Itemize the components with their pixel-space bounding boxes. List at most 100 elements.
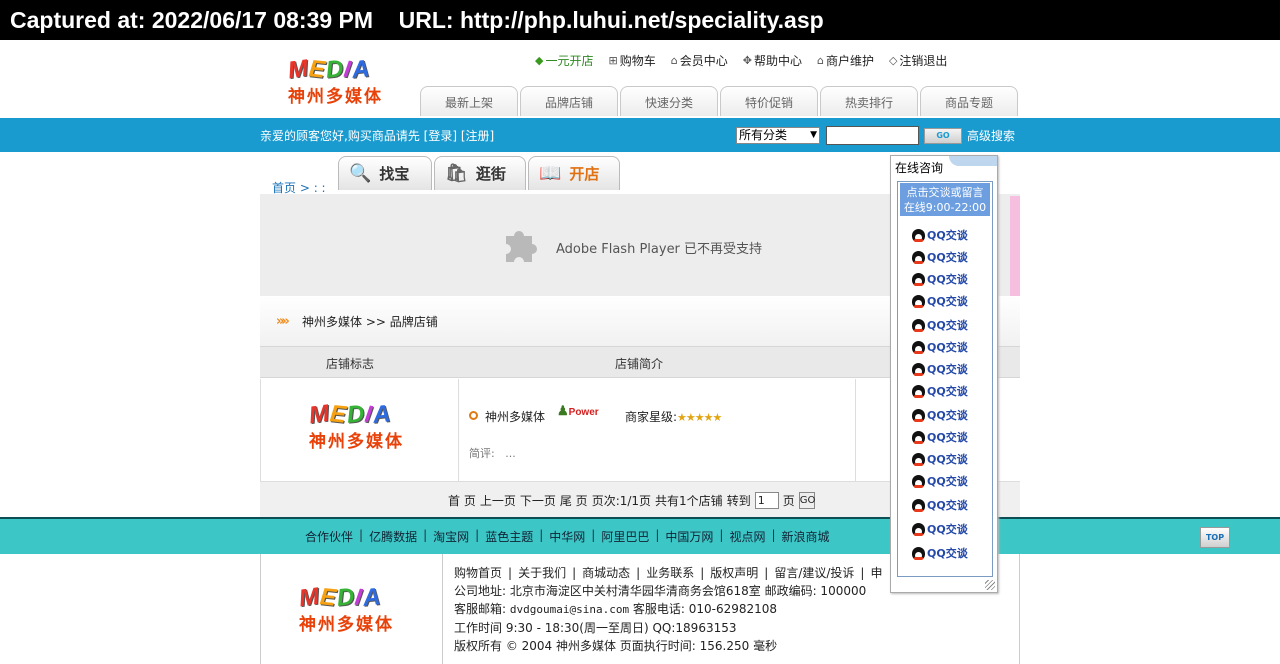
footer-link[interactable]: 购物首页	[454, 566, 502, 580]
page-number-input[interactable]: 1	[754, 492, 779, 509]
logo-letter: E	[318, 583, 338, 612]
toplink-label: 商户维护	[825, 54, 874, 68]
notice-line: 点击交谈或留言	[906, 186, 984, 199]
register-link[interactable]: 注册	[466, 129, 490, 143]
qq-chat-link[interactable]: QQ交谈	[912, 429, 968, 445]
phone-value: 客服电话: 010-62982108	[629, 602, 778, 616]
qq-chat-link[interactable]: QQ交谈	[912, 497, 968, 513]
tab-quick-category[interactable]: 快速分类	[620, 86, 718, 116]
toplink-merchant[interactable]: ⌂ 商户维护	[817, 52, 874, 69]
footer-info: 购物首页 | 关于我们 | 商城动态 | 业务联系 | 版权声明 | 留言/建议/投诉 | 申 公司地址…	[454, 564, 882, 655]
qq-chat-link[interactable]: QQ交谈	[912, 339, 968, 355]
last-page-link[interactable]: 尾 页	[560, 492, 588, 509]
toplink-open-store[interactable]: ◆ 一元开店	[535, 52, 593, 69]
footer-link[interactable]: 商城动态	[582, 566, 630, 580]
column-header: 店铺简介	[615, 357, 664, 371]
qq-chat-link[interactable]: QQ交谈	[912, 293, 968, 309]
advanced-search-link[interactable]: 高级搜索	[967, 127, 1015, 144]
back-to-top-button[interactable]: TOP	[1200, 527, 1230, 548]
page-go-button[interactable]: GO	[798, 492, 815, 509]
qq-chat-link[interactable]: QQ交谈	[912, 545, 968, 561]
footer-link[interactable]: 申	[870, 566, 882, 580]
store-review: 简评: ...	[469, 445, 516, 461]
tab-topics[interactable]: 商品专题	[920, 86, 1018, 116]
qq-chat-link[interactable]: QQ交谈	[912, 407, 968, 423]
partner-label: 合作伙伴	[305, 530, 354, 544]
first-page-link[interactable]: 首 页	[448, 492, 476, 509]
breadcrumb-home-link[interactable]: 首页	[272, 181, 296, 195]
column-header: 店铺标志	[326, 357, 375, 371]
review-label: 简评:	[469, 447, 495, 460]
merchant-rating: 商家星级:★★★★★	[625, 408, 722, 425]
subtab-find[interactable]: 🔍 找宝	[338, 156, 432, 190]
footer-link[interactable]: 留言/建议/投诉	[774, 566, 854, 580]
toplink-help[interactable]: ✥ 帮助中心	[743, 52, 802, 69]
partner-link[interactable]: 亿腾数据	[369, 528, 417, 545]
qq-chat-link[interactable]: QQ交谈	[912, 271, 968, 287]
dollar-icon: ◆	[535, 54, 544, 67]
separator: |	[636, 566, 641, 580]
qq-chat-link[interactable]: QQ交谈	[912, 451, 968, 467]
puzzle-piece-icon	[506, 231, 537, 262]
online-consult-panel: 在线咨询 点击交谈或留言 在线9:00-22:00 QQ交谈 QQ交谈 QQ交谈 QQ交…	[890, 155, 998, 593]
footer-link[interactable]: 关于我们	[518, 566, 566, 580]
partner-link[interactable]: 淘宝网	[433, 528, 469, 545]
toplink-cart[interactable]: ⊞ 购物车	[608, 52, 655, 69]
qq-chat-label: QQ交谈	[927, 409, 968, 422]
partner-link[interactable]: 中华网	[549, 528, 585, 545]
subtab-browse[interactable]: 🛍 逛街	[434, 156, 526, 190]
store-name-link[interactable]: 神州多媒体	[485, 408, 545, 425]
site-logo[interactable]: M E D I A 神州多媒体	[286, 55, 398, 107]
qq-chat-link[interactable]: QQ交谈	[912, 361, 968, 377]
qq-penguin-icon	[912, 522, 925, 536]
qq-chat-link[interactable]: QQ交谈	[912, 227, 968, 243]
consult-title: 在线咨询	[895, 161, 944, 175]
partner-link[interactable]: 阿里巴巴	[601, 528, 649, 545]
partner-link[interactable]: 中国万网	[665, 528, 713, 545]
qq-chat-link[interactable]: QQ交谈	[912, 473, 968, 489]
partner-link[interactable]: 蓝色主题	[485, 528, 533, 545]
qq-penguin-icon	[912, 228, 925, 242]
subtab-label: 找宝	[379, 165, 410, 183]
person-icon: ♟	[557, 403, 569, 418]
toplink-member[interactable]: ⌂ 会员中心	[671, 52, 728, 69]
toplink-logout[interactable]: ◇ 注销退出	[889, 52, 947, 69]
welcome-text: 亲爱的顾客您好,购买商品请先 [登录] [注册]	[260, 127, 494, 144]
footer-copyright: 版权所有 © 2004 神州多媒体 页面执行时间: 156.250 毫秒	[454, 639, 778, 653]
store-logo[interactable]: M E D I A 神州多媒体	[307, 400, 419, 452]
consult-notice[interactable]: 点击交谈或留言 在线9:00-22:00	[900, 183, 990, 216]
logo-letter: A	[371, 400, 392, 429]
next-page-link[interactable]: 下一页	[520, 492, 556, 509]
separator: |	[475, 528, 480, 542]
search-input[interactable]	[826, 126, 919, 145]
qq-chat-label: QQ交谈	[927, 547, 968, 560]
subtab-open-store[interactable]: 📖 开店	[528, 156, 620, 190]
partner-link[interactable]: 视点网	[729, 528, 765, 545]
tab-newest[interactable]: 最新上架	[420, 86, 518, 116]
qq-chat-link[interactable]: QQ交谈	[912, 249, 968, 265]
tab-specials[interactable]: 特价促销	[720, 86, 818, 116]
review-text: ...	[505, 447, 516, 460]
qq-chat-label: QQ交谈	[927, 523, 968, 536]
login-link[interactable]: 登录	[428, 129, 452, 143]
capture-caption: Captured at: 2022/06/17 08:39 PM URL: ht…	[0, 0, 1280, 40]
footer-link[interactable]: 版权声明	[710, 566, 758, 580]
qq-penguin-icon	[912, 362, 925, 376]
help-icon: ✥	[742, 54, 752, 67]
qq-chat-link[interactable]: QQ交谈	[912, 317, 968, 333]
page-unit: 页	[782, 494, 795, 508]
main-nav-tabs: 最新上架 品牌店铺 快速分类 特价促销 热卖排行 商品专题	[420, 86, 1018, 116]
tab-brand-stores[interactable]: 品牌店铺	[520, 86, 618, 116]
logo-text: 神州多媒体	[288, 87, 383, 106]
search-go-button[interactable]: GO	[924, 128, 962, 144]
footer-link[interactable]: 业务联系	[646, 566, 694, 580]
tab-bestsellers[interactable]: 热卖排行	[820, 86, 918, 116]
separator: |	[572, 566, 577, 580]
partner-link[interactable]: 新浪商城	[782, 528, 830, 545]
resize-grip[interactable]	[985, 580, 995, 590]
prev-page-link[interactable]: 上一页	[480, 492, 516, 509]
qq-chat-link[interactable]: QQ交谈	[912, 383, 968, 399]
qq-chat-link[interactable]: QQ交谈	[912, 521, 968, 537]
category-select[interactable]: 所有分类 ▼	[736, 127, 820, 144]
separator: |	[539, 528, 544, 542]
